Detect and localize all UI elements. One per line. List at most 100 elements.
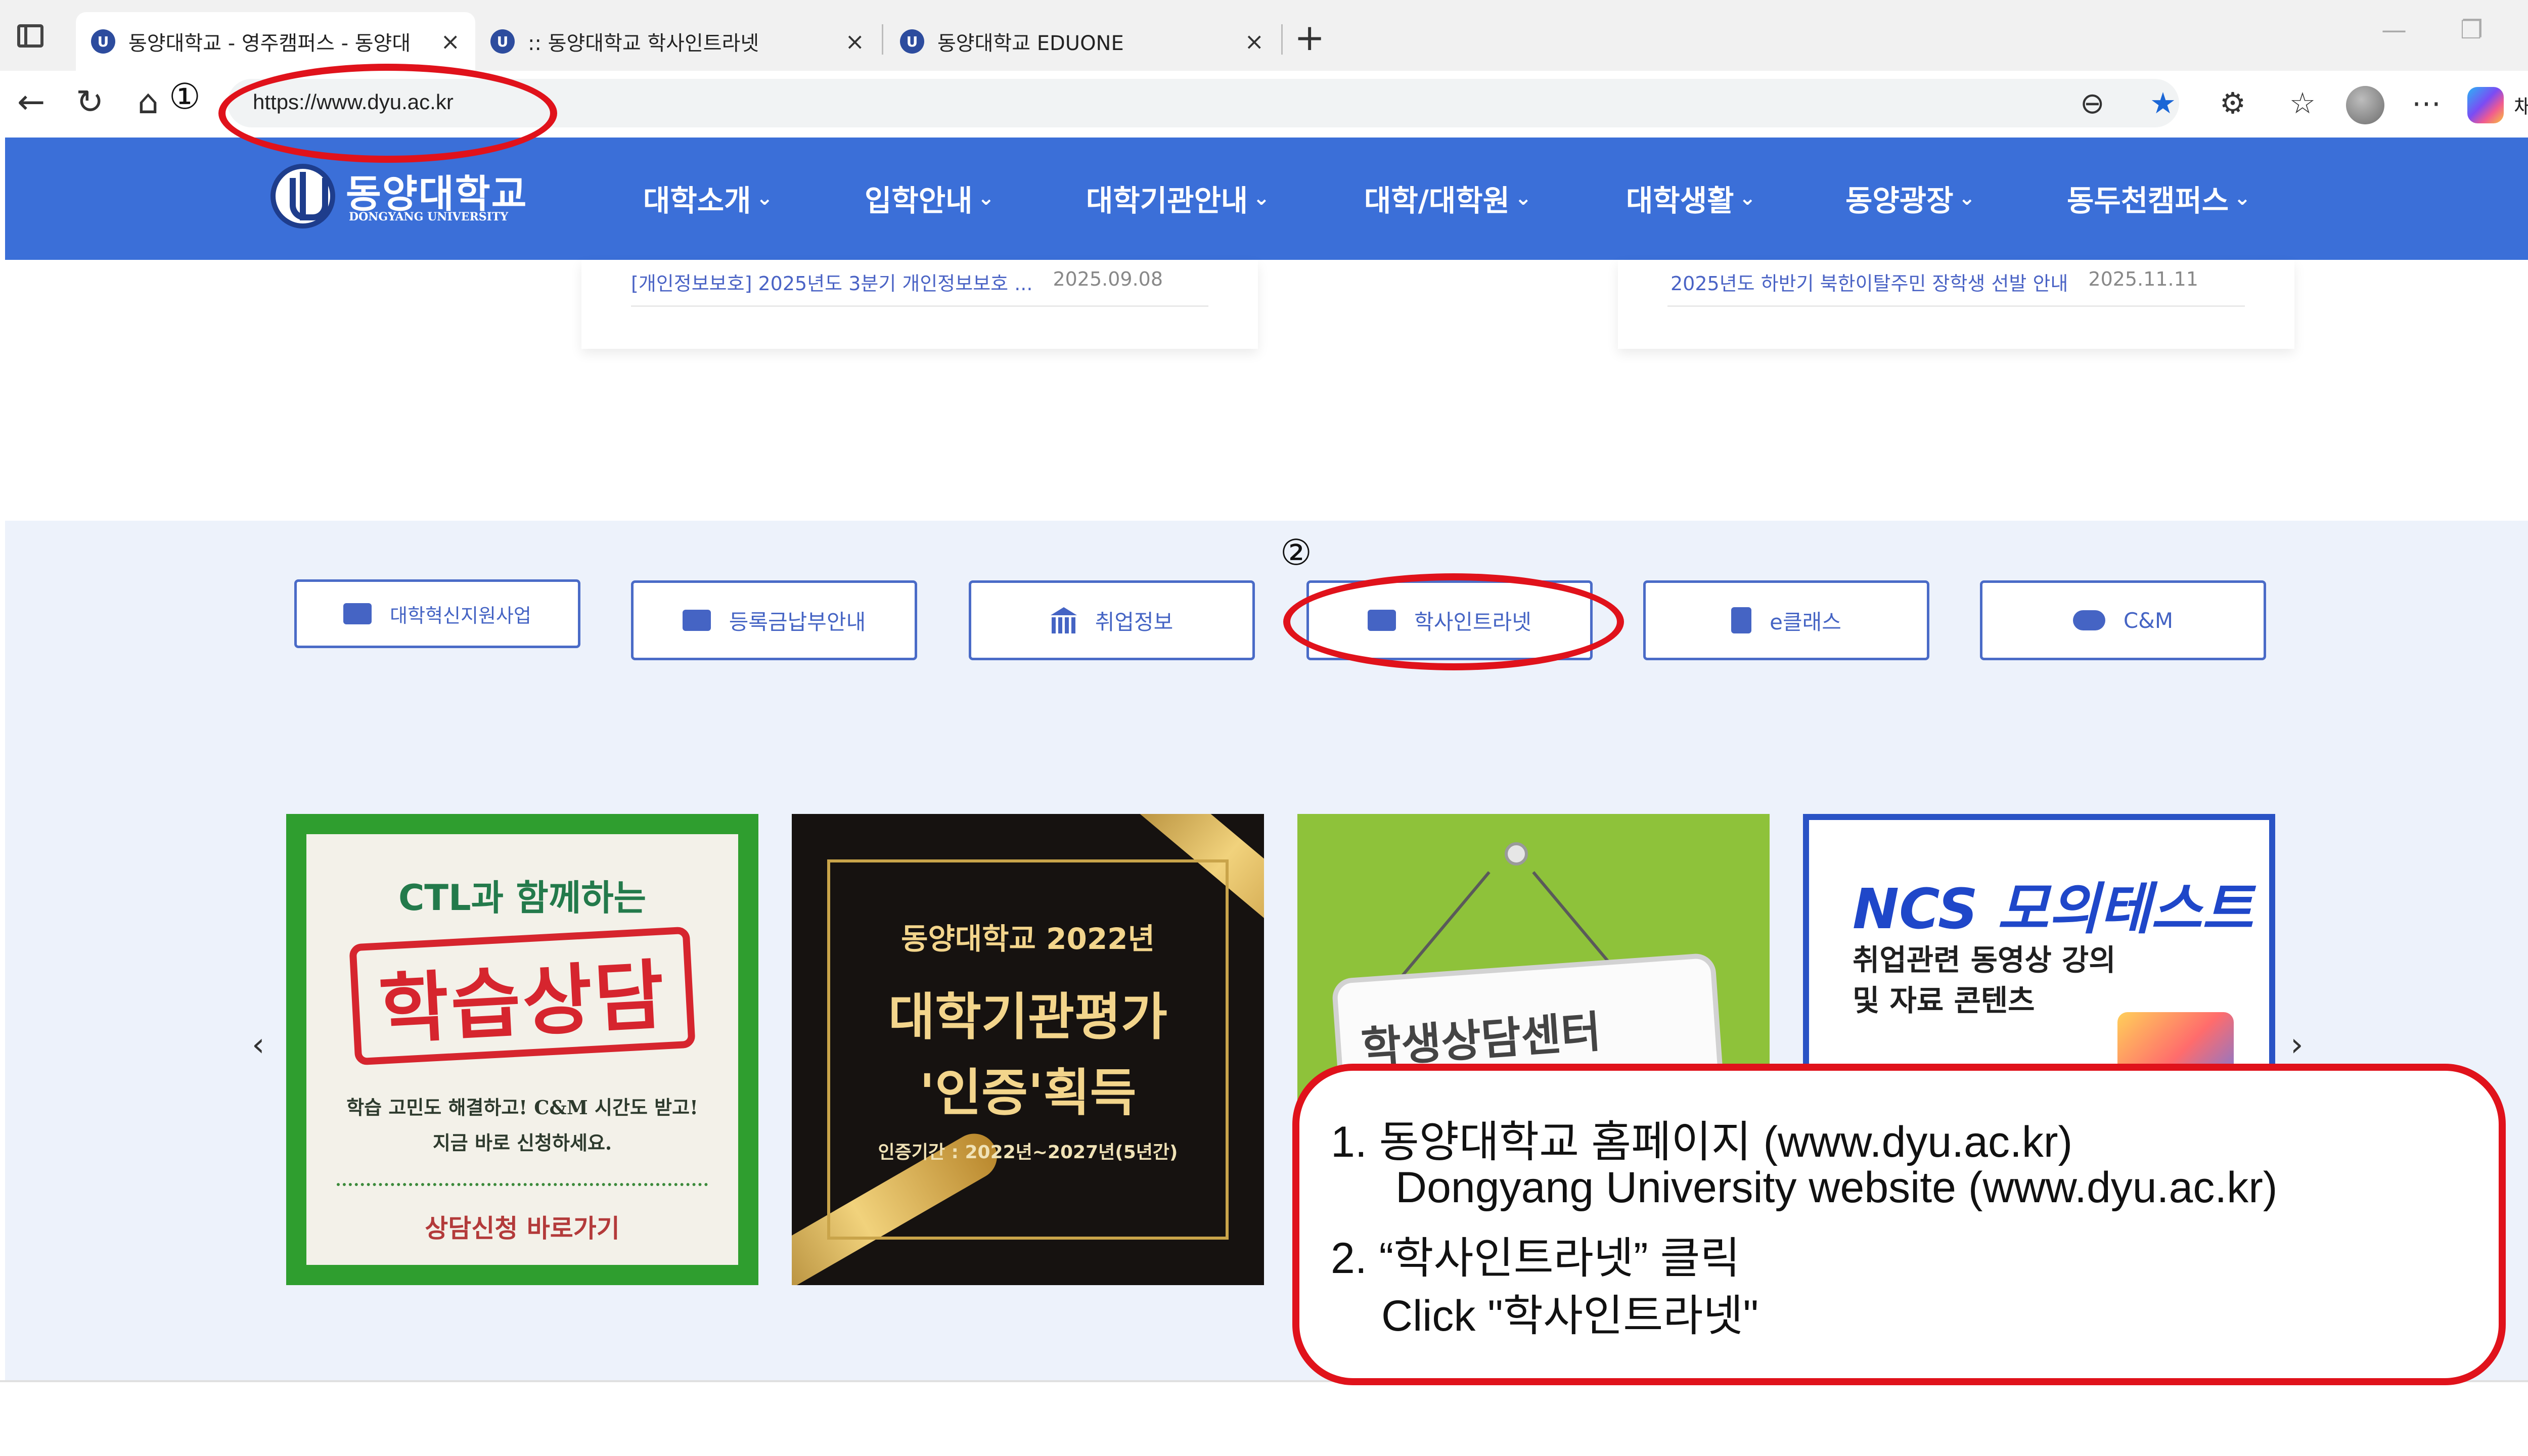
- notice-item[interactable]: [개인정보보호] 2025년도 3분기 개인정보보호 ... 2025.09.0…: [631, 268, 1163, 296]
- quick-link-cm[interactable]: C&M: [1980, 580, 2266, 660]
- quick-link-label: C&M: [2123, 608, 2174, 633]
- chevron-down-icon: ⌄: [1514, 187, 1532, 210]
- quick-link-innovation[interactable]: 대학혁신지원사업: [294, 579, 580, 648]
- divider: [631, 305, 1208, 307]
- visa-card-icon: [682, 610, 711, 631]
- nav-item-campus-life[interactable]: 대학생활 ⌄: [1626, 177, 1756, 219]
- banner-accreditation[interactable]: 동양대학교 2022년 대학기관평가 '인증'획득 인증기간 : 2022년~2…: [792, 814, 1264, 1285]
- notice-card: [개인정보보호] 2025년도 3분기 개인정보보호 ... 2025.09.0…: [581, 260, 1258, 349]
- tab-actions-icon[interactable]: [17, 24, 43, 48]
- nav-label: 대학생활: [1626, 184, 1734, 218]
- reader-icon[interactable]: ⊖: [2080, 84, 2105, 122]
- close-icon[interactable]: ×: [440, 28, 460, 55]
- favorite-star-icon[interactable]: ★: [2150, 84, 2176, 122]
- copilot-label: 채팅: [2514, 96, 2528, 119]
- chevron-down-icon: ⌄: [2234, 187, 2251, 210]
- banner-text: 인증기간 : 2022년~2027년(5년간): [878, 1142, 1178, 1163]
- extensions-icon[interactable]: ⚙: [2220, 84, 2246, 122]
- dyu-favicon-icon: U: [91, 29, 115, 54]
- university-emblem-icon[interactable]: [270, 164, 335, 229]
- nav-item-admission[interactable]: 입학안내 ⌄: [865, 177, 995, 219]
- tab-title: :: 동양대학교 학사인트라넷: [528, 32, 759, 55]
- banner-text: 학습 고민도 해결하고! C&M 시간도 받고!: [346, 1096, 698, 1119]
- banner-learning-counsel[interactable]: CTL과 함께하는 학습상담 학습 고민도 해결하고! C&M 시간도 받고! …: [286, 814, 758, 1285]
- chevron-down-icon: ⌄: [977, 187, 995, 210]
- nav-label: 대학/대학원: [1364, 184, 1510, 218]
- tab-separator: [1281, 24, 1283, 55]
- refresh-icon[interactable]: ↻: [76, 82, 104, 122]
- highlight-ellipse-address-bar: [218, 64, 557, 163]
- home-icon[interactable]: ⌂: [138, 82, 159, 122]
- banner-text: 지금 바로 신청하세요.: [432, 1131, 612, 1154]
- copilot-icon: [2467, 87, 2504, 123]
- nav-label: 대학소개: [643, 184, 751, 218]
- dyu-favicon-icon: U: [490, 29, 515, 54]
- quick-link-label: e클래스: [1770, 609, 1841, 634]
- nav-item-institutions[interactable]: 대학기관안내 ⌄: [1086, 177, 1270, 219]
- nav-label: 대학기관안내: [1086, 184, 1248, 218]
- collections-icon[interactable]: ☆: [2289, 84, 2316, 122]
- banner-title: '인증'획득: [919, 1063, 1137, 1122]
- tab-title: 동양대학교 EDUONE: [937, 32, 1124, 55]
- nav-item-dongducheon[interactable]: 동두천캠퍼스 ⌄: [2067, 177, 2251, 219]
- notice-date: 2025.11.11: [2088, 268, 2198, 290]
- quick-link-eclass[interactable]: e클래스: [1643, 580, 1929, 660]
- close-icon[interactable]: ×: [845, 28, 865, 55]
- banner-text: 및 자료 콘텐츠: [1853, 983, 2035, 1018]
- logo-subtitle: DONGYANG UNIVERSITY: [349, 210, 509, 223]
- tab-dyu-home[interactable]: U 동양대학교 - 영주캠퍼스 - 동양대 ×: [76, 12, 475, 71]
- nav-label: 동두천캠퍼스: [2067, 184, 2229, 218]
- notice-title: 2025년도 하반기 북한이탈주민 장학생 선발 안내: [1671, 272, 2068, 295]
- dyu-favicon-icon: U: [900, 29, 924, 54]
- divider: [337, 1183, 708, 1186]
- nav-item-colleges[interactable]: 대학/대학원 ⌄: [1364, 177, 1532, 219]
- banner-text: 취업관련 동영상 강의: [1853, 943, 2116, 977]
- chevron-down-icon: ⌄: [1739, 187, 1756, 210]
- notice-date: 2025.09.08: [1053, 268, 1163, 290]
- carousel-prev-arrow[interactable]: ‹: [252, 1026, 265, 1064]
- nav-label: 입학안내: [865, 184, 973, 218]
- carousel-next-arrow[interactable]: ›: [2290, 1026, 2304, 1064]
- tab-strip: U 동양대학교 - 영주캠퍼스 - 동양대 × U :: 동양대학교 학사인트라…: [0, 0, 2528, 71]
- quick-link-label: 취업정보: [1095, 609, 1173, 634]
- tab-intranet[interactable]: U :: 동양대학교 학사인트라넷 ×: [475, 12, 880, 71]
- copilot-button[interactable]: 채팅: [2467, 85, 2528, 125]
- banner-title: NCS 모의테스트: [1853, 877, 2253, 941]
- page-footer-area: [0, 1380, 2528, 1456]
- chevron-down-icon: ⌄: [1253, 187, 1270, 210]
- banner-cta: 상담신청 바로가기: [425, 1214, 620, 1243]
- chevron-down-icon: ⌄: [1958, 187, 1975, 210]
- banner-title: CTL과 함께하는: [398, 877, 647, 919]
- new-tab-icon[interactable]: +: [1294, 16, 1325, 59]
- banner-text: 동양대학교 2022년: [901, 922, 1155, 956]
- quick-link-employment[interactable]: 취업정보: [969, 580, 1255, 660]
- quick-link-tuition[interactable]: 등록금납부안내: [631, 580, 917, 660]
- notice-card: 2025년도 하반기 북한이탈주민 장학생 선발 안내 2025.11.11: [1618, 260, 2294, 349]
- step-number-2: ②: [1280, 532, 1312, 573]
- pin-icon: [1505, 842, 1528, 866]
- profile-avatar[interactable]: [2346, 86, 2384, 124]
- banner-panel: CTL과 함께하는 학습상담 학습 고민도 해결하고! C&M 시간도 받고! …: [306, 834, 738, 1265]
- instruction-callout: 1. 동양대학교 홈페이지 (www.dyu.ac.kr) Dongyang U…: [1292, 1064, 2506, 1385]
- tab-separator: [882, 24, 883, 55]
- nav-item-intro[interactable]: 대학소개 ⌄: [643, 177, 773, 219]
- bank-icon: [1050, 607, 1077, 633]
- close-icon[interactable]: ×: [1244, 28, 1264, 55]
- instruction-line-2: Dongyang University website (www.dyu.ac.…: [1395, 1163, 2278, 1212]
- instruction-line-1: 1. 동양대학교 홈페이지 (www.dyu.ac.kr): [1331, 1118, 2073, 1166]
- nav-label: 동양광장: [1845, 184, 1954, 218]
- notice-item[interactable]: 2025년도 하반기 북한이탈주민 장학생 선발 안내 2025.11.11: [1671, 268, 2198, 296]
- tab-eduone[interactable]: U 동양대학교 EDUONE ×: [885, 12, 1279, 71]
- tab-title: 동양대학교 - 영주캠퍼스 - 동양대: [128, 32, 411, 55]
- nav-item-square[interactable]: 동양광장 ⌄: [1845, 177, 1975, 219]
- banner-stamp: 학습상담: [349, 926, 696, 1066]
- handshake-icon: [2072, 610, 2105, 630]
- restore-icon[interactable]: ❐: [2460, 15, 2483, 44]
- step-number-1: ①: [169, 76, 201, 117]
- highlight-ellipse-intranet: [1283, 573, 1624, 670]
- minimize-icon[interactable]: —: [2381, 15, 2407, 44]
- more-icon[interactable]: ⋯: [2412, 84, 2441, 122]
- notice-title: [개인정보보호] 2025년도 3분기 개인정보보호 ...: [631, 272, 1033, 295]
- back-icon[interactable]: ←: [17, 82, 45, 122]
- chevron-down-icon: ⌄: [756, 187, 773, 210]
